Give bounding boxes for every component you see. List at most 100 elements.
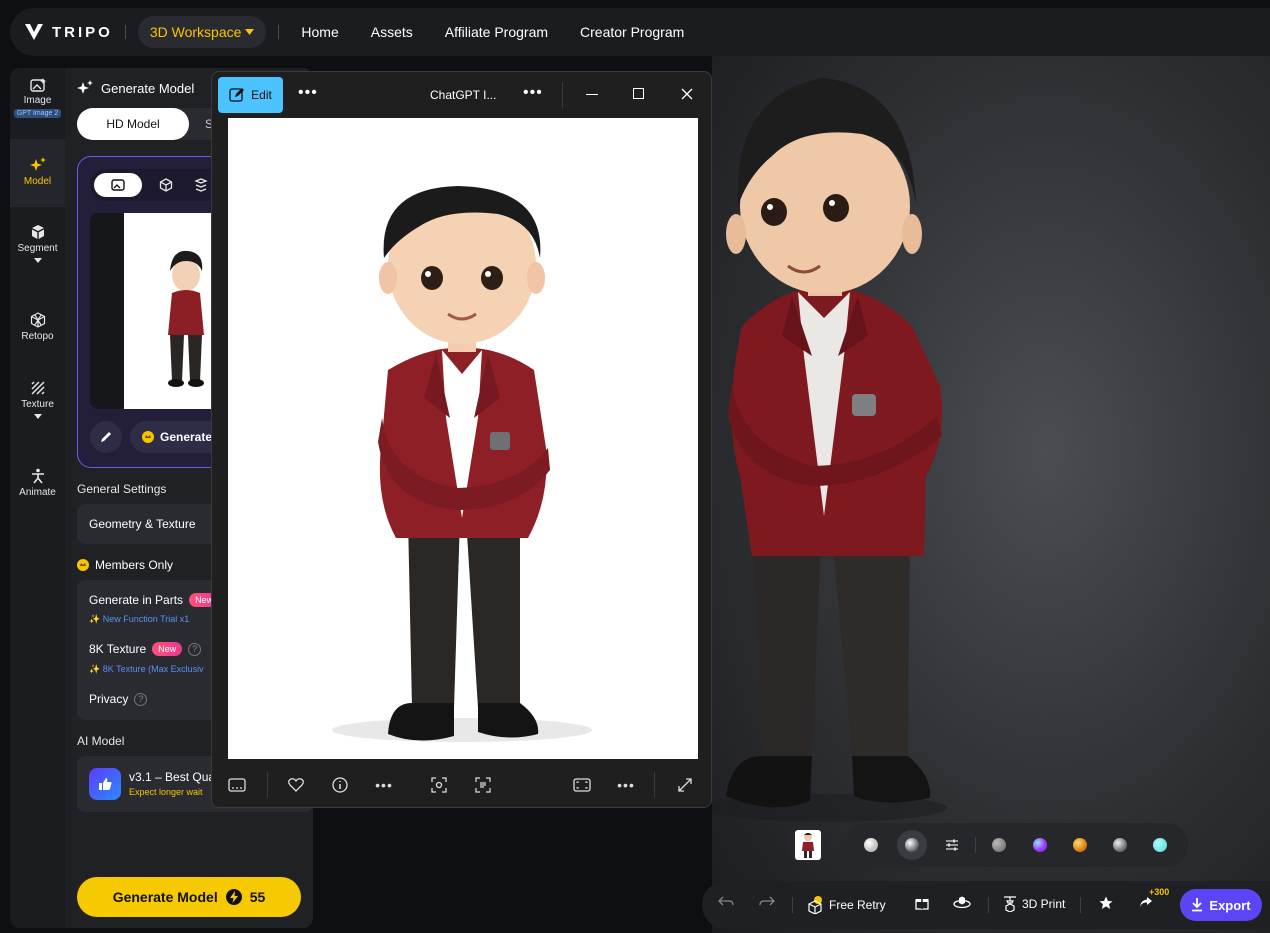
retry-cube-icon xyxy=(808,896,822,914)
edit-button[interactable]: Edit xyxy=(218,77,283,113)
divider xyxy=(562,82,563,108)
undo-icon[interactable] xyxy=(718,896,734,908)
help-icon[interactable]: ? xyxy=(188,642,202,656)
iridescent-material-icon[interactable] xyxy=(1029,834,1051,856)
nav-creator-program[interactable]: Creator Program xyxy=(580,24,684,40)
generate-small-label: Generate xyxy=(160,430,213,444)
rail-texture-label: Texture xyxy=(21,399,54,410)
fit-to-window-icon[interactable] xyxy=(571,774,593,796)
edit-image-button[interactable] xyxy=(90,421,122,453)
share-icon[interactable] xyxy=(1139,896,1153,908)
favorite-heart-icon[interactable] xyxy=(285,774,307,796)
divider xyxy=(278,25,280,39)
parts-label: Generate in Parts xyxy=(89,593,184,607)
workspace-dropdown[interactable]: 3D Workspace xyxy=(137,16,267,48)
clay-material-icon[interactable] xyxy=(860,834,882,856)
download-icon xyxy=(1192,898,1203,912)
lightning-icon xyxy=(225,889,242,905)
running-figure-icon xyxy=(31,468,44,484)
panel-title: Generate Model xyxy=(77,80,194,96)
texture8k-label: 8K Texture xyxy=(89,642,147,656)
tab-multiview-input[interactable] xyxy=(142,173,190,197)
generate-in-parts-option[interactable]: Generate in Parts New xyxy=(89,593,220,607)
minimize-icon[interactable] xyxy=(586,94,598,95)
chrome-material-icon[interactable] xyxy=(1109,834,1131,856)
members-only-label: Members Only xyxy=(95,558,174,572)
top-navigation-bar: TRIPO 3D Workspace Home Assets Affiliate… xyxy=(10,8,1270,56)
gpt-image-badge: GPT Image 2 xyxy=(13,109,62,118)
rail-item-texture[interactable]: Texture xyxy=(10,380,65,419)
rail-retopo-label: Retopo xyxy=(21,331,54,342)
hd-model-tab[interactable]: HD Model xyxy=(77,108,189,140)
free-retry-button[interactable]: Free Retry xyxy=(808,896,886,914)
gift-icon[interactable] xyxy=(915,896,929,910)
image-sparkle-icon xyxy=(29,78,46,92)
privacy-option[interactable]: Privacy ? xyxy=(89,692,148,706)
adjust-sliders-icon[interactable] xyxy=(941,834,963,856)
sparkle-small-icon: ✨ xyxy=(89,614,103,624)
matte-grey-material-icon[interactable] xyxy=(988,834,1010,856)
filmstrip-icon[interactable] xyxy=(226,774,248,796)
caret-down-icon xyxy=(33,258,42,263)
teal-material-icon[interactable] xyxy=(1149,834,1171,856)
divider xyxy=(1080,897,1081,913)
texture-8k-option[interactable]: 8K Texture New ? xyxy=(89,642,202,656)
redo-icon[interactable] xyxy=(759,896,775,908)
sparkle-small-icon: ✨ xyxy=(89,664,103,674)
visual-search-icon[interactable] xyxy=(428,774,450,796)
ai-model-subtext: Expect longer wait xyxy=(129,787,203,797)
logo-text: TRIPO xyxy=(52,23,113,41)
reference-image-thumb[interactable] xyxy=(788,825,828,865)
general-settings-heading: General Settings xyxy=(77,482,167,496)
title-more-icon[interactable]: ••• xyxy=(523,85,543,101)
fullscreen-icon[interactable] xyxy=(674,774,696,796)
rail-item-segment[interactable]: Segment xyxy=(10,224,65,263)
tab-text-input[interactable] xyxy=(190,173,212,197)
nav-affiliate-program[interactable]: Affiliate Program xyxy=(445,24,548,40)
nav-assets[interactable]: Assets xyxy=(371,24,413,40)
edit-image-icon xyxy=(229,88,245,102)
orange-material-icon[interactable] xyxy=(1069,834,1091,856)
help-icon[interactable]: ? xyxy=(134,692,148,706)
maximize-icon[interactable] xyxy=(633,88,644,99)
star-favorite-icon[interactable] xyxy=(1099,896,1113,910)
more-options-icon[interactable]: ••• xyxy=(298,85,318,101)
rail-item-image[interactable]: Image GPT Image 2 xyxy=(10,78,65,118)
rail-item-model[interactable]: Model xyxy=(10,139,65,207)
divider xyxy=(124,25,126,39)
more-tools-icon[interactable]: ••• xyxy=(373,774,395,796)
generate-model-button[interactable]: Generate Model 55 xyxy=(77,877,301,917)
rail-item-retopo[interactable]: Retopo xyxy=(10,312,65,342)
layers-icon xyxy=(194,178,208,192)
texture8k-subtext: ✨ 8K Texture (Max Exclusiv xyxy=(89,664,204,675)
info-icon[interactable] xyxy=(329,774,351,796)
tab-image-input[interactable] xyxy=(94,173,142,197)
3d-print-label: 3D Print xyxy=(1022,897,1066,911)
ar-view-icon[interactable] xyxy=(953,896,971,910)
free-retry-label: Free Retry xyxy=(829,898,886,912)
more-view-options-icon[interactable]: ••• xyxy=(615,774,637,796)
viewer-file-title: ChatGPT I... xyxy=(430,88,497,102)
rail-model-label: Model xyxy=(23,176,52,187)
image-icon xyxy=(111,179,125,191)
text-scan-icon[interactable] xyxy=(472,774,494,796)
3d-character-model[interactable] xyxy=(712,56,1270,933)
3d-viewport[interactable] xyxy=(712,56,1270,933)
tripo-logo[interactable]: TRIPO xyxy=(24,23,113,41)
export-button[interactable]: Export xyxy=(1180,889,1262,921)
rail-segment-label: Segment xyxy=(17,243,58,254)
nav-home[interactable]: Home xyxy=(301,24,338,40)
texture8k-sub-label: 8K Texture (Max Exclusiv xyxy=(102,664,204,674)
retopo-mesh-icon xyxy=(30,312,45,328)
viewer-toolbar: ••• ••• xyxy=(212,762,711,807)
3d-print-button[interactable]: 3D Print xyxy=(1003,896,1065,912)
rail-item-animate[interactable]: Animate xyxy=(10,468,65,498)
viewer-image[interactable] xyxy=(228,118,698,759)
close-icon[interactable] xyxy=(681,88,693,100)
character-mini-thumb xyxy=(795,830,821,860)
privacy-label: Privacy xyxy=(89,692,129,706)
thumbs-up-icon xyxy=(89,768,121,800)
reward-badge: +300 xyxy=(1149,887,1170,897)
coin-icon xyxy=(142,431,154,443)
textured-material-icon[interactable] xyxy=(897,830,927,860)
